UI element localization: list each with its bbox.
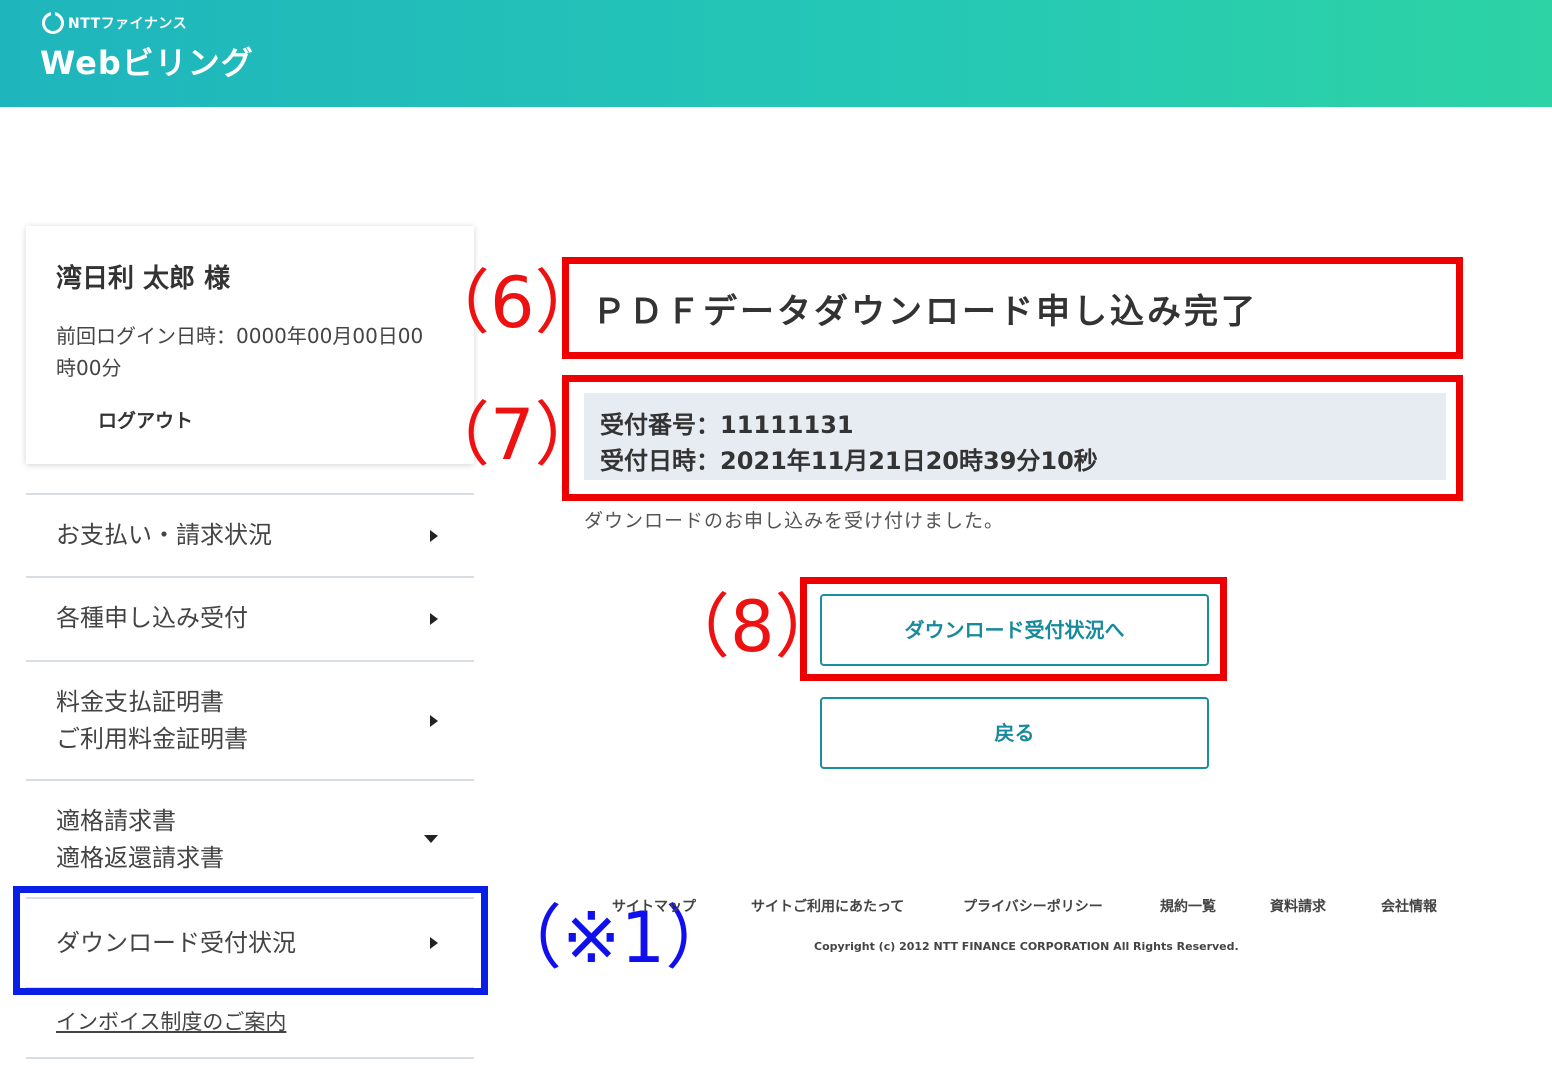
copyright: Copyright (c) 2012 NTT FINANCE CORPORATI… [814,940,1239,953]
sidebar-item-label-2: 適格返還請求書 [56,844,224,872]
footer-link-terms-of-use[interactable]: サイトご利用にあたって [751,896,904,916]
sidebar-item-label: 料金支払証明書 [56,688,224,716]
ntt-logo-icon [42,10,64,34]
receipt-panel: 受付番号：11111131 受付日時：2021年11月21日20時39分10秒 [584,393,1446,480]
chevron-right-icon [430,714,438,727]
company-brand: NTTファイナンス [42,10,188,34]
user-card: 湾日利 太郎 様 前回ログイン日時：0000年00月00日00時00分 ログアウ… [26,226,474,464]
divider [26,1057,474,1059]
page-title: ＰＤＦデータダウンロード申し込み完了 [592,292,1258,332]
sidebar-item-label-2: ご利用料金証明書 [56,725,248,753]
footer-link-request-materials[interactable]: 資料請求 [1270,896,1326,916]
receipt-number: 受付番号：11111131 [600,411,854,439]
download-status-button[interactable]: ダウンロード受付状況へ [820,594,1209,666]
sidebar-item-payment-status[interactable]: お支払い・請求状況 [26,495,474,578]
footer-link-company[interactable]: 会社情報 [1381,896,1437,916]
sidebar-item-applications[interactable]: 各種申し込み受付 [26,578,474,662]
header-bar: NTTファイナンス Webビリング [0,0,1552,107]
user-name: 湾日利 太郎 様 [56,264,231,294]
sidebar-item-label: 各種申し込み受付 [56,604,248,632]
chevron-right-icon [430,613,438,625]
logout-button[interactable]: ログアウト [98,406,193,433]
chevron-down-icon [424,835,438,843]
footer-link-sitemap[interactable]: サイトマップ [612,896,696,916]
last-login-text: 前回ログイン日時：0000年00月00日00時00分 [56,324,424,380]
sidebar-item-certificates[interactable]: 料金支払証明書 ご利用料金証明書 [26,662,474,781]
service-logo[interactable]: Webビリング [40,38,254,84]
sidebar-item-qualified-invoices[interactable]: 適格請求書 適格返還請求書 [26,781,474,899]
confirmation-message: ダウンロードのお申し込みを受け付けました。 [584,510,1005,532]
footer-link-agreements[interactable]: 規約一覧 [1160,896,1216,916]
sidebar-item-label: 適格請求書 [56,807,176,835]
invoice-info-link[interactable]: インボイス制度のご案内 [56,1006,286,1036]
company-name: NTTファイナンス [68,16,188,32]
back-button[interactable]: 戻る [820,697,1209,769]
chevron-right-icon [430,529,438,542]
highlight-box-download-status [13,886,488,995]
sidebar-item-label: お支払い・請求状況 [56,521,272,549]
footer-link-privacy[interactable]: プライバシーポリシー [963,896,1103,916]
receipt-datetime: 受付日時：2021年11月21日20時39分10秒 [600,447,1098,475]
